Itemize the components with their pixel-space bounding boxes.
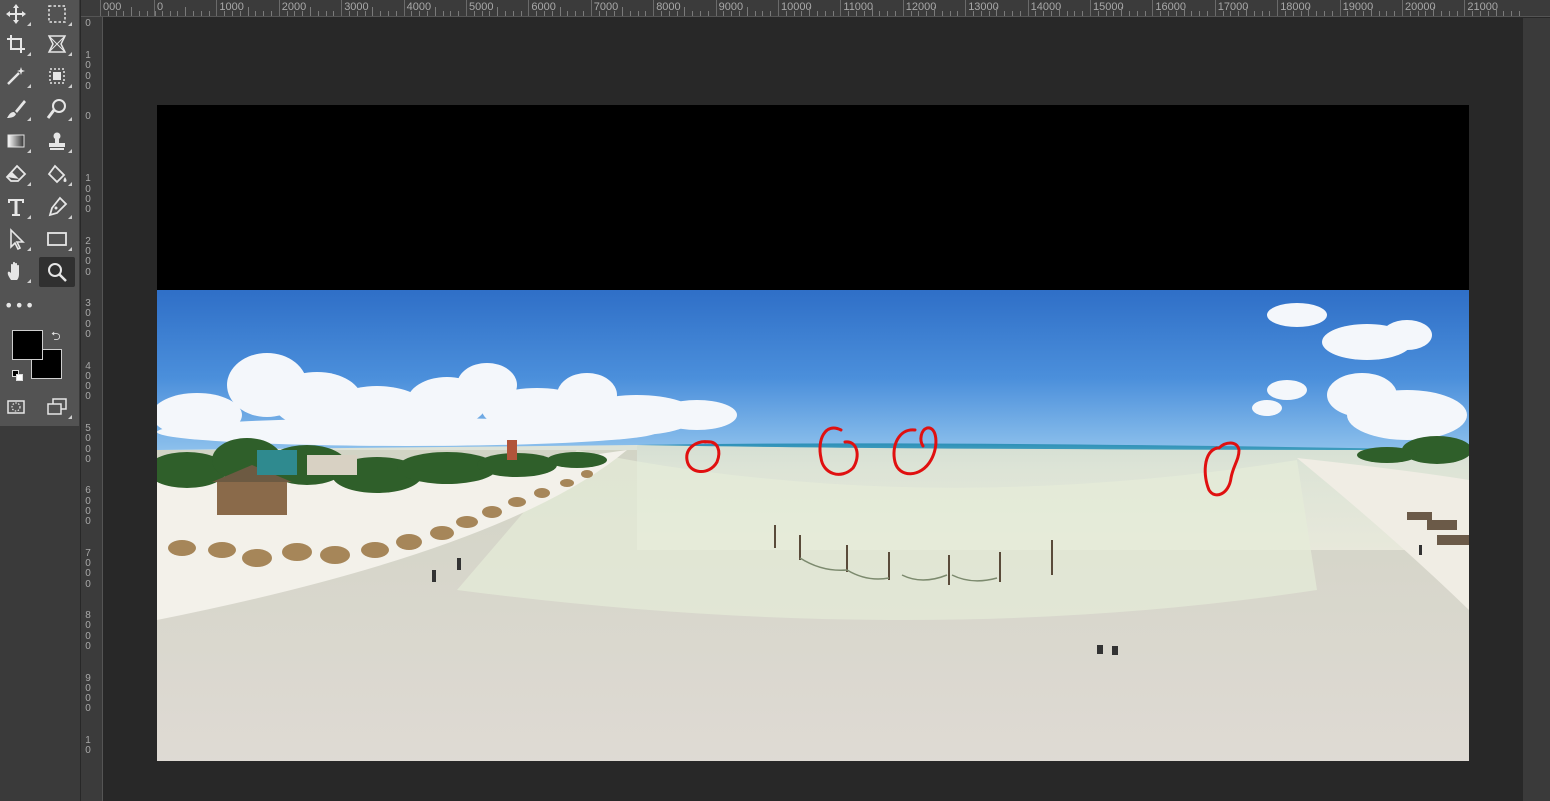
hand-icon[interactable]: [0, 257, 32, 285]
ruler-major-tick: [1339, 0, 1341, 16]
ruler-label: 6000: [85, 485, 91, 528]
more-tools-icon[interactable]: •••: [4, 296, 34, 316]
ruler-label: 8000: [85, 610, 91, 653]
object-select-icon[interactable]: [41, 62, 73, 90]
default-colors-icon[interactable]: [12, 370, 25, 383]
ruler-major-tick: [1090, 0, 1091, 16]
spot-heal-icon[interactable]: [41, 95, 73, 123]
zoom-icon[interactable]: [39, 257, 75, 287]
ruler-label: 2000: [85, 235, 91, 278]
ruler-major-tick: [1464, 0, 1466, 16]
ruler-major-tick: [840, 0, 842, 16]
ruler-major-tick: [154, 0, 155, 16]
pen-icon[interactable]: [41, 193, 73, 221]
ruler-label: 000: [103, 1, 122, 13]
ruler-major-tick: [1152, 0, 1154, 16]
swap-colors-icon[interactable]: ⮌: [51, 329, 65, 343]
ruler-major-tick: [902, 0, 904, 16]
rectangle-icon[interactable]: [41, 225, 73, 253]
ruler-major-tick: [653, 0, 655, 16]
crop-icon[interactable]: [0, 30, 32, 58]
document-canvas[interactable]: [157, 105, 1469, 761]
magic-wand-icon[interactable]: [0, 62, 32, 90]
ruler-major-tick: [278, 0, 280, 16]
horizontal-ruler: 000 0 1000 2000 3000 4000 5000 6000 7000 8000 9000…: [81, 0, 1550, 17]
panel-dock-edge: [1523, 18, 1550, 801]
ruler-major-tick: [965, 0, 967, 16]
rect-marquee-icon[interactable]: [41, 0, 73, 28]
ruler-label: 9000: [85, 672, 91, 715]
ruler-major-tick: [528, 0, 530, 16]
screen-mode-icon[interactable]: [41, 393, 73, 421]
vertical-ruler: 0 1000 0 1000 2000 3000 4000 5000 6000 7000 8000 90…: [81, 17, 103, 801]
ruler-major-tick: [341, 0, 343, 16]
ruler-major-tick: [403, 0, 405, 16]
path-select-icon[interactable]: [0, 225, 32, 253]
ruler-major-tick: [715, 0, 717, 16]
ruler-label: 3000: [85, 298, 91, 341]
frame-icon[interactable]: [41, 30, 73, 58]
ruler-major-tick: [216, 0, 218, 16]
stamp-icon[interactable]: [41, 127, 73, 155]
eraser-icon[interactable]: [0, 160, 32, 188]
quick-mask-icon[interactable]: [0, 393, 32, 421]
ruler-major-tick: [1027, 0, 1029, 16]
ruler-major-tick: [1277, 0, 1279, 16]
panorama-image: [157, 290, 1469, 761]
ruler-major-tick: [1402, 0, 1403, 16]
ruler-major-tick: [1214, 0, 1216, 16]
ruler-label: 10: [85, 735, 91, 757]
move-icon[interactable]: [0, 0, 32, 28]
ruler-major-tick: [466, 0, 467, 16]
brush-icon[interactable]: [0, 95, 32, 123]
ruler-major-tick: [590, 0, 592, 16]
ruler-label: 1000: [85, 173, 91, 216]
ruler-major-tick: [778, 0, 779, 16]
ruler-label: 1000: [85, 50, 91, 92]
photoshop-window: ••• ⮌ 000 0 1000 2000 3000 4000 5000 6000 7000 80…: [0, 0, 1550, 801]
ruler-label: 5000: [85, 423, 91, 465]
paint-bucket-icon[interactable]: [41, 160, 73, 188]
ruler-major-tick: [100, 0, 101, 16]
ruler-label: 0: [85, 18, 91, 29]
gradient-icon[interactable]: [0, 127, 32, 155]
type-icon[interactable]: [0, 193, 32, 221]
ruler-label: 7000: [85, 547, 91, 590]
ruler-label: 4000: [85, 360, 91, 403]
toolbox: ••• ⮌: [0, 0, 80, 801]
ruler-label: 0: [85, 111, 91, 122]
foreground-color-swatch[interactable]: [12, 330, 43, 360]
